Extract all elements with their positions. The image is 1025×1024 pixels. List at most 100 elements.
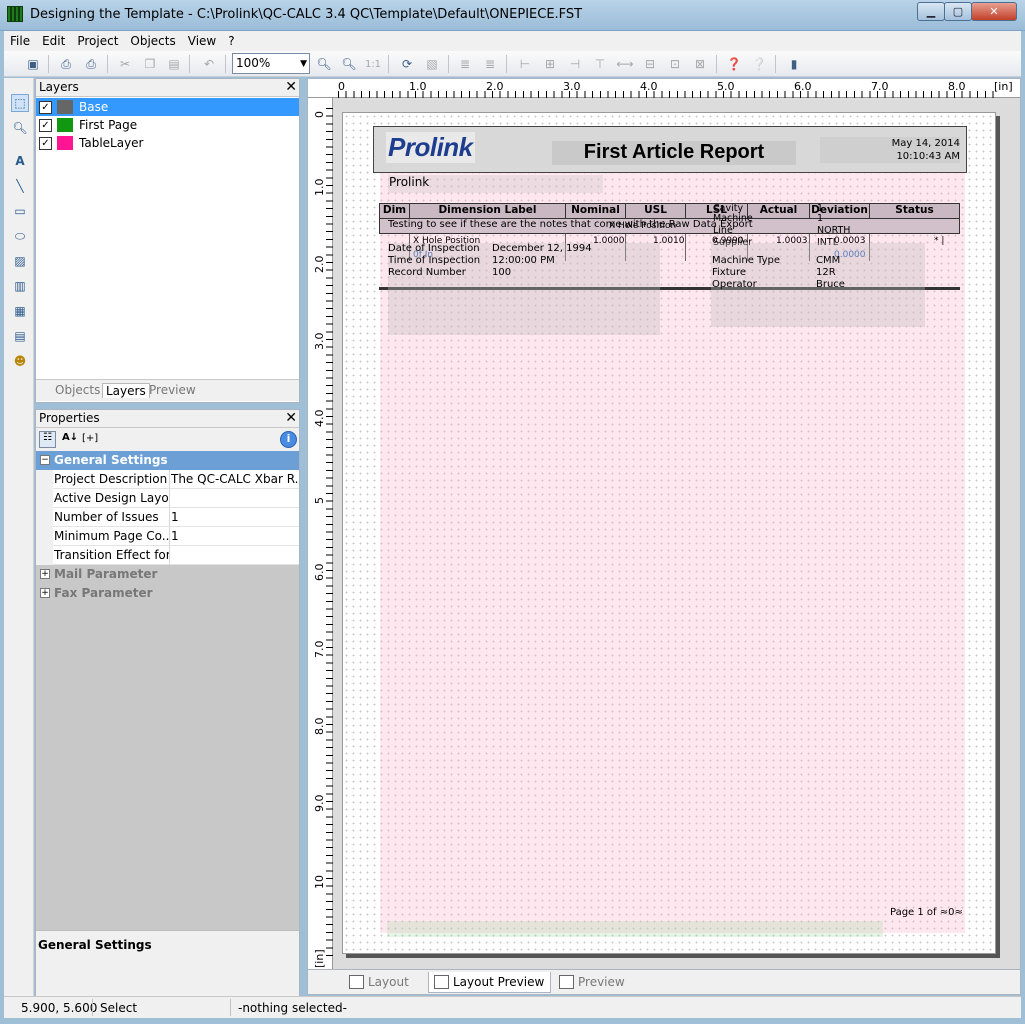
- print-preview-icon[interactable]: ⎙: [82, 55, 100, 73]
- layer-checkbox[interactable]: ✓: [39, 136, 52, 150]
- report-datetime[interactable]: May 14, 2014 10:10:43 AM: [820, 137, 960, 163]
- menu-file[interactable]: File: [4, 34, 36, 48]
- categorized-icon[interactable]: ☷: [39, 431, 56, 448]
- property-value[interactable]: The QC-CALC Xbar R...: [170, 470, 299, 489]
- close-icon[interactable]: ✕: [285, 79, 297, 95]
- tab-layout-preview[interactable]: Layout Preview: [428, 972, 552, 993]
- align-right-icon[interactable]: ⊣: [566, 55, 584, 73]
- tab-layers[interactable]: Layers: [102, 383, 150, 398]
- expand-all-button[interactable]: [+]: [82, 433, 98, 444]
- context-help-icon[interactable]: ❔: [750, 55, 768, 73]
- property-value[interactable]: [170, 546, 299, 565]
- report-page[interactable]: Prolink First Article Report May 14, 201…: [342, 112, 996, 954]
- expand-icon[interactable]: +: [40, 569, 50, 579]
- ruler-label: 2.0: [313, 255, 326, 274]
- ruler-unit: [in]: [313, 949, 326, 968]
- tab-preview[interactable]: Preview: [554, 972, 631, 993]
- send-back-icon[interactable]: ≣: [481, 55, 499, 73]
- status-cell: * |: [934, 236, 945, 246]
- layers-panel: Layers ✕ ✓ Base ✓ First Page ✓ TableLaye…: [35, 78, 300, 403]
- property-row[interactable]: Project Description The QC-CALC Xbar R..…: [36, 470, 299, 489]
- space-horizontal-icon[interactable]: ⟷: [616, 55, 634, 73]
- user-object-tool-icon[interactable]: ☻: [11, 352, 29, 370]
- property-name: Active Design Layout: [53, 489, 170, 508]
- layer-row-first-page[interactable]: ✓ First Page: [36, 116, 299, 134]
- bring-front-icon[interactable]: ≣: [456, 55, 474, 73]
- expand-icon[interactable]: +: [40, 588, 50, 598]
- paste-icon[interactable]: ▤: [165, 55, 183, 73]
- exit-icon[interactable]: ▮: [785, 55, 803, 73]
- page-number-footer[interactable]: Page 1 of ≈0≈: [890, 907, 963, 918]
- menu-project[interactable]: Project: [71, 34, 124, 48]
- tab-objects[interactable]: Objects: [52, 383, 103, 397]
- menu-view[interactable]: View: [182, 34, 222, 48]
- layer-checkbox[interactable]: ✓: [39, 100, 52, 114]
- tab-label: Layout: [368, 975, 409, 989]
- property-row[interactable]: Number of Issues 1: [36, 508, 299, 527]
- group-general-settings[interactable]: − General Settings: [36, 451, 299, 470]
- select-tool-icon[interactable]: ⬚: [11, 94, 29, 112]
- report-title[interactable]: First Article Report: [552, 141, 796, 165]
- layer-row-base[interactable]: ✓ Base: [36, 98, 299, 116]
- zoom-out-icon[interactable]: 🔍︎: [340, 55, 358, 73]
- report-header[interactable]: Prolink First Article Report May 14, 201…: [373, 126, 967, 173]
- status-bar: 5.900, 5.600 Select -nothing selected-: [4, 996, 1021, 1018]
- refresh-icon[interactable]: ⟳: [398, 55, 416, 73]
- close-button[interactable]: ✕: [971, 2, 1017, 21]
- same-height-icon[interactable]: ⊠: [691, 55, 709, 73]
- zoom-in-icon[interactable]: 🔍︎: [315, 55, 333, 73]
- tab-layout[interactable]: Layout: [344, 972, 415, 993]
- maximize-button[interactable]: ▢: [944, 2, 972, 21]
- layers-panel-header: Layers ✕: [36, 79, 299, 97]
- group-fax-parameter[interactable]: + Fax Parameter: [36, 584, 299, 603]
- tab-preview[interactable]: Preview: [146, 383, 199, 397]
- save-icon[interactable]: ▣: [24, 55, 42, 73]
- close-icon[interactable]: ✕: [285, 410, 297, 426]
- menu-edit[interactable]: Edit: [36, 34, 71, 48]
- prolink-logo[interactable]: Prolink: [386, 132, 475, 163]
- layer-icon[interactable]: ▧: [423, 55, 441, 73]
- zoom-select[interactable]: 100% ▼: [232, 53, 310, 74]
- space-even-icon[interactable]: ⊟: [641, 55, 659, 73]
- barcode-tool-icon[interactable]: ▥: [11, 277, 29, 295]
- design-canvas[interactable]: 0 1.0 2.0 3.0 4.0 5.0 6.0 7.0 8.0 [in] 0…: [307, 78, 1021, 970]
- table-tool-icon[interactable]: ▦: [11, 302, 29, 320]
- align-top-icon[interactable]: ⊤: [591, 55, 609, 73]
- info-value: 12R: [816, 267, 836, 278]
- info-label: Fixture: [712, 267, 747, 278]
- copy-icon[interactable]: ❐: [141, 55, 159, 73]
- report-date: May 14, 2014: [891, 138, 960, 149]
- actual-size-button[interactable]: 1:1: [364, 55, 382, 73]
- company-name[interactable]: Prolink: [388, 175, 603, 193]
- text-tool-icon[interactable]: A: [11, 152, 29, 170]
- same-width-icon[interactable]: ⊡: [666, 55, 684, 73]
- form-tool-icon[interactable]: ▤: [11, 327, 29, 345]
- zoom-tool-icon[interactable]: 🔍︎: [11, 119, 29, 137]
- group-mail-parameter[interactable]: + Mail Parameter: [36, 565, 299, 584]
- layer-name: Base: [79, 100, 109, 114]
- property-row[interactable]: Active Design Layout: [36, 489, 299, 508]
- property-value[interactable]: 1: [170, 508, 299, 527]
- info-icon[interactable]: i: [280, 431, 297, 448]
- minimize-button[interactable]: ▁: [917, 2, 945, 21]
- align-left-icon[interactable]: ⊢: [516, 55, 534, 73]
- cut-icon[interactable]: ✂: [116, 55, 134, 73]
- ellipse-tool-icon[interactable]: ⬭: [11, 227, 29, 245]
- help-icon[interactable]: ❓: [725, 55, 743, 73]
- line-tool-icon[interactable]: ╲: [11, 177, 29, 195]
- property-row[interactable]: Minimum Page Co... 1: [36, 527, 299, 546]
- property-value[interactable]: [170, 489, 299, 508]
- layer-checkbox[interactable]: ✓: [39, 118, 52, 132]
- collapse-icon[interactable]: −: [40, 455, 50, 465]
- undo-icon[interactable]: ↶: [200, 55, 218, 73]
- picture-tool-icon[interactable]: ▨: [11, 252, 29, 270]
- rectangle-tool-icon[interactable]: ▭: [11, 202, 29, 220]
- menu-help[interactable]: ?: [222, 34, 240, 48]
- property-value[interactable]: 1: [170, 527, 299, 546]
- property-row[interactable]: Transition Effect for...: [36, 546, 299, 565]
- menu-objects[interactable]: Objects: [124, 34, 181, 48]
- layer-row-tablelayer[interactable]: ✓ TableLayer: [36, 134, 299, 152]
- align-center-icon[interactable]: ⊞: [541, 55, 559, 73]
- sort-alpha-icon[interactable]: A↓: [62, 432, 78, 443]
- print-icon[interactable]: ⎙: [57, 55, 75, 73]
